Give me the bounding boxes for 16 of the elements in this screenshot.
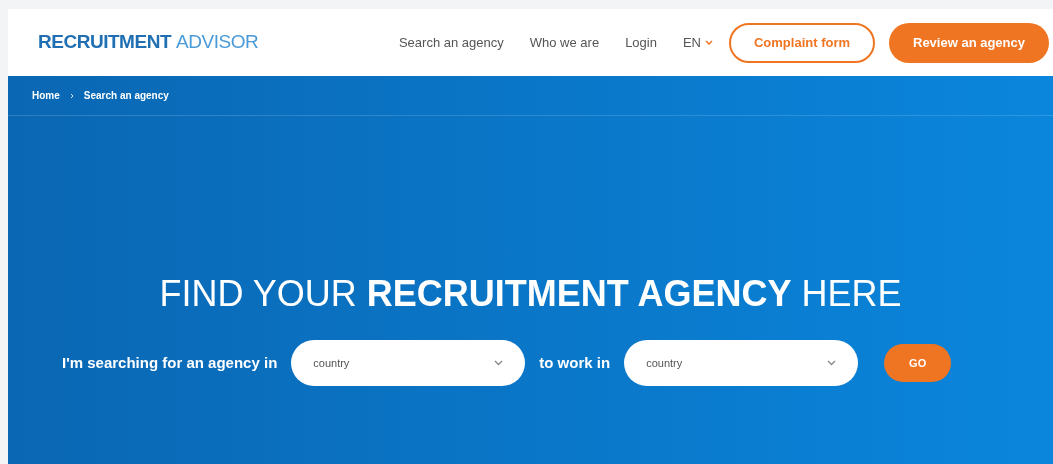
chevron-down-icon: [494, 360, 504, 366]
search-label: I'm searching for an agency in: [62, 352, 278, 373]
caret-icon: [705, 40, 713, 45]
nav-link[interactable]: Search an agency: [398, 32, 504, 53]
chevron-down-icon: [827, 360, 837, 366]
logo[interactable]: RECRUITMENT ADVISOR: [38, 28, 259, 57]
search-label: to work in: [539, 352, 611, 373]
country-select[interactable]: country: [624, 340, 859, 386]
language-selector[interactable]: EN: [682, 32, 713, 53]
breadcrumb-link[interactable]: Search an agency: [83, 88, 169, 103]
breadcrumb-link[interactable]: Home: [32, 88, 60, 103]
nav-link[interactable]: Login: [625, 32, 657, 53]
chevron-right-icon: [69, 92, 74, 99]
nav-link[interactable]: Who we are: [529, 32, 600, 53]
hero-title: FIND YOUR RECRUITMENT AGENCY HERE: [158, 276, 903, 312]
country-select[interactable]: country: [291, 340, 526, 386]
